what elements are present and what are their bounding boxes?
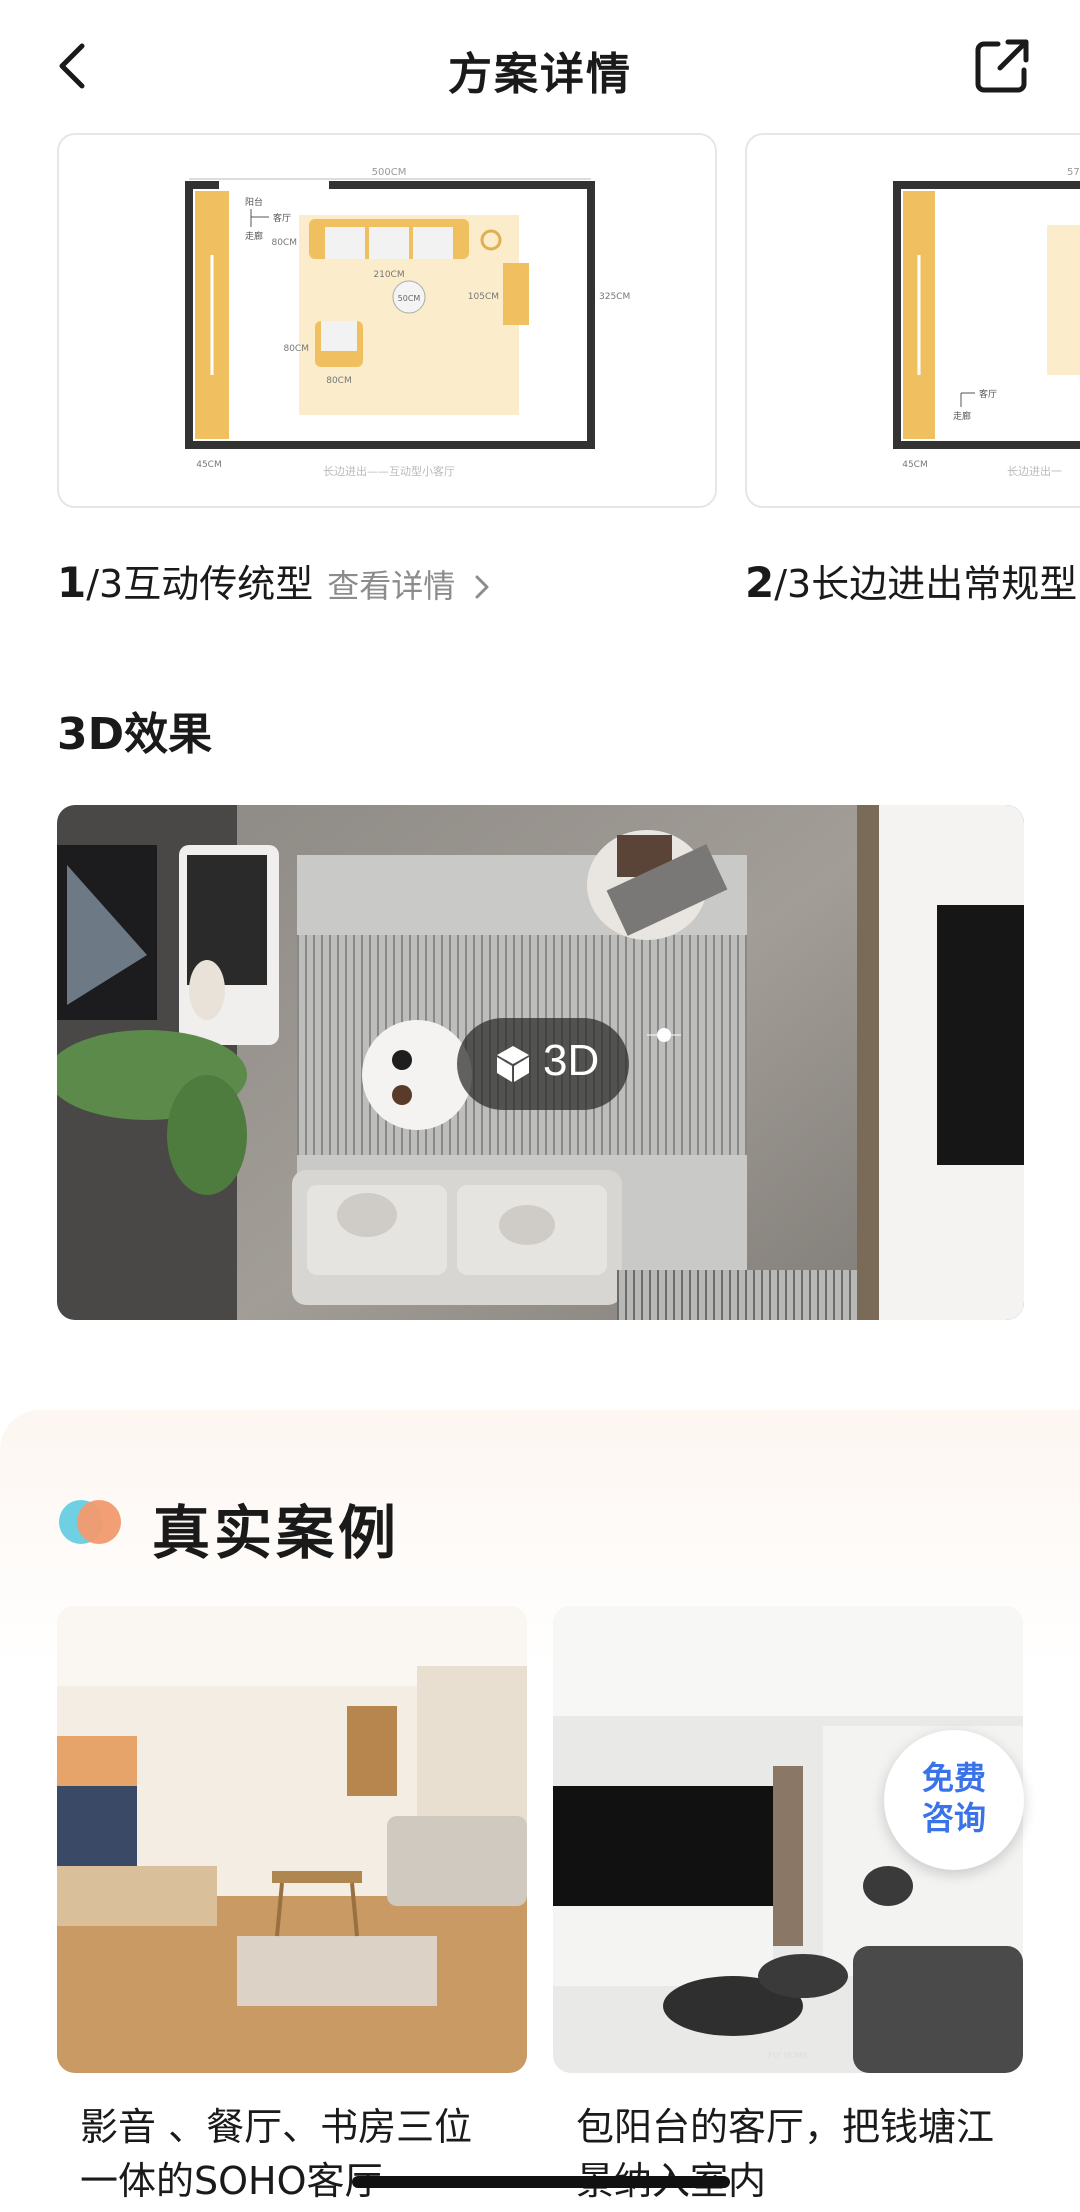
free-consult-label: 免费 咨询 (921, 1759, 986, 1837)
svg-text:80CM: 80CM (326, 376, 352, 386)
plan-index: 1 (57, 558, 87, 607)
plan-width-label: 500CM (372, 167, 407, 178)
svg-text:325CM: 325CM (599, 292, 630, 302)
view-3d-badge[interactable]: 3D (457, 1018, 629, 1110)
svg-text:长边进出——互动型小客厅: 长边进出——互动型小客厅 (323, 464, 455, 478)
plan-index: 2 (745, 558, 775, 607)
svg-text:50CM: 50CM (398, 294, 421, 303)
plan-caption-1: 1/3互动传统型 查看详情 (57, 553, 491, 608)
svg-text:105CM: 105CM (468, 292, 499, 302)
badge-3d-label: 3D (543, 1036, 600, 1085)
floor-plan-1: 500CM 80CM 210CM 50CM 105CM 325CM 80CM 8… (185, 167, 630, 478)
home-indicator[interactable] (352, 2176, 730, 2188)
svg-text:客厅: 客厅 (979, 388, 997, 400)
soho-living-room-photo (57, 1606, 527, 2073)
case-watermark: FLY HOME (768, 2051, 808, 2060)
cases-title: 真实案例 (152, 1499, 401, 1567)
cube-icon (497, 1046, 529, 1082)
svg-text:阳台: 阳台 (245, 196, 263, 208)
page-title: 方案详情 (448, 49, 632, 100)
svg-text:走廊: 走廊 (953, 410, 971, 422)
svg-text:210CM: 210CM (373, 270, 404, 280)
plan-caption-2: 2/3长边进出常规型 (745, 553, 1077, 608)
svg-text:80CM: 80CM (283, 344, 309, 354)
floor-plan-2: 575 客厅 走廊 45CM 长边进出一 (893, 167, 1080, 478)
chevron-right-icon (475, 575, 489, 599)
case-image-1[interactable] (57, 1606, 527, 2073)
share-icon[interactable] (972, 36, 1032, 96)
cases-section-icon (59, 1500, 121, 1544)
free-consult-button[interactable]: 免费 咨询 (884, 1730, 1024, 1870)
svg-text:45CM: 45CM (196, 460, 222, 470)
case-title-2[interactable]: 包阳台的客厅，把钱塘江景纳入室内 (576, 2100, 996, 2208)
section-title-3d: 3D效果 (57, 709, 213, 760)
plan-carousel[interactable]: 500CM 80CM 210CM 50CM 105CM 325CM 80CM 8… (0, 133, 1080, 613)
svg-text:走廊: 走廊 (245, 230, 263, 242)
svg-text:80CM: 80CM (271, 238, 297, 248)
svg-text:45CM: 45CM (902, 460, 928, 470)
case-title-1[interactable]: 影音 、餐厅、书房三位一体的SOHO客厅 (80, 2100, 500, 2208)
svg-text:长边进出一: 长边进出一 (1007, 464, 1062, 478)
plan-caption-text: /3互动传统型 (86, 562, 314, 606)
plan-caption-text: /3长边进出常规型 (774, 562, 1078, 606)
svg-text:客厅: 客厅 (273, 212, 291, 224)
svg-text:575: 575 (1067, 167, 1080, 178)
nav-bar: 方案详情 (0, 0, 1080, 130)
plan-card-2[interactable]: 575 客厅 走廊 45CM 长边进出一 (745, 133, 1080, 508)
plan-card-1[interactable]: 500CM 80CM 210CM 50CM 105CM 325CM 80CM 8… (57, 133, 717, 508)
view-detail-link[interactable]: 查看详情 (327, 567, 455, 605)
render-3d-preview[interactable]: 3D (57, 805, 1024, 1320)
